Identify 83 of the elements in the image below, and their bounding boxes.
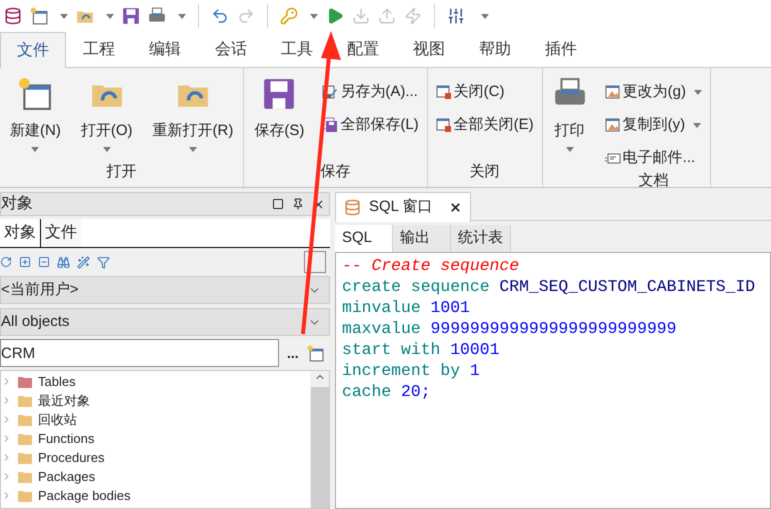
group-title: 打开 bbox=[106, 162, 138, 182]
user-select[interactable]: <当前用户> bbox=[0, 276, 330, 304]
ribbon-button[interactable]: 电子邮件... bbox=[604, 146, 696, 170]
editor-tab[interactable]: 输出 bbox=[393, 225, 451, 252]
caret-icon bbox=[106, 14, 114, 18]
menu-tab[interactable]: 工程 bbox=[79, 32, 119, 67]
menu-tab[interactable]: 会话 bbox=[211, 32, 251, 67]
new-window-icon bbox=[18, 77, 52, 111]
tree-item[interactable]: Procedures bbox=[38, 448, 104, 468]
ribbon-button[interactable]: 新建(N) bbox=[0, 72, 71, 160]
code-editor[interactable]: -- Create sequence create sequence CRM_SEQ_CUSTOM_CABINETS_ID minvalue 1001 maxvalue 9999999999999999999999999 start with 10001 increment by 1 cache 20; bbox=[335, 252, 771, 509]
sliders-icon[interactable] bbox=[447, 7, 465, 25]
menu-tab[interactable]: 配置 bbox=[343, 32, 383, 67]
code-line: cache 20; bbox=[342, 381, 431, 402]
filter-icon[interactable] bbox=[97, 256, 110, 268]
group-title: 关闭 bbox=[468, 162, 501, 182]
close-icon[interactable] bbox=[448, 201, 462, 214]
play-icon[interactable] bbox=[326, 7, 344, 25]
tree-item[interactable]: 最近对象 bbox=[38, 390, 90, 410]
document-tab[interactable]: SQL 窗口 bbox=[335, 192, 471, 222]
caret-icon bbox=[178, 14, 186, 18]
database-icon bbox=[344, 199, 361, 216]
maximize-icon[interactable] bbox=[272, 198, 284, 210]
floppies-icon bbox=[322, 117, 338, 133]
caret-icon bbox=[310, 14, 318, 18]
database-icon[interactable] bbox=[4, 7, 22, 25]
ribbon-button[interactable]: 关闭(C) bbox=[436, 80, 504, 104]
new-window-icon bbox=[306, 344, 324, 362]
wand-icon[interactable] bbox=[77, 256, 90, 268]
tree-item[interactable]: Tables bbox=[38, 372, 76, 392]
code-line: start with 10001 bbox=[342, 339, 500, 360]
menu-tab[interactable]: 工具 bbox=[277, 32, 317, 67]
new-window-icon bbox=[30, 7, 48, 25]
code-line: -- Create sequence bbox=[342, 255, 520, 276]
panel-title: 对象 bbox=[1, 194, 33, 214]
binoculars-icon[interactable] bbox=[57, 256, 70, 268]
picture-document-icon bbox=[604, 117, 621, 133]
ribbon-button[interactable]: 打印 bbox=[542, 72, 597, 165]
menu-tab[interactable]: 帮助 bbox=[475, 32, 515, 67]
filter-field[interactable]: CRM bbox=[0, 339, 279, 367]
tree-item[interactable]: 回收站 bbox=[38, 410, 77, 430]
floppy-pen-icon bbox=[322, 84, 338, 100]
pin-icon[interactable] bbox=[292, 198, 304, 210]
picture-document-icon bbox=[604, 84, 621, 100]
ribbon-button[interactable]: 更改为(g) bbox=[604, 80, 686, 104]
code-line: maxvalue 9999999999999999999999999 bbox=[342, 318, 676, 339]
floppy-icon bbox=[262, 77, 296, 111]
undo-icon[interactable] bbox=[211, 7, 229, 25]
group-title: 保存 bbox=[320, 162, 352, 182]
caret-icon bbox=[481, 14, 489, 18]
code-line: increment by 1 bbox=[342, 360, 480, 381]
refresh-icon[interactable] bbox=[0, 256, 12, 268]
collapse-icon[interactable] bbox=[38, 256, 50, 268]
floppy-icon bbox=[122, 7, 140, 25]
tree-item[interactable]: Functions bbox=[38, 428, 94, 448]
close-window-icon bbox=[436, 117, 452, 133]
editor-tab[interactable]: SQL bbox=[335, 225, 393, 252]
code-line: create sequence CRM_SEQ_CUSTOM_CABINETS_ID bbox=[342, 276, 756, 297]
ribbon-button[interactable]: 另存为(A)... bbox=[322, 80, 418, 104]
code-line: minvalue 1001 bbox=[342, 297, 470, 318]
group-title: 文档 bbox=[637, 171, 670, 191]
menu-tab[interactable]: 编辑 bbox=[145, 32, 185, 67]
menu-tab[interactable]: 插件 bbox=[541, 32, 581, 67]
ribbon-button[interactable]: 重新打开(R) bbox=[142, 72, 244, 160]
editor-tab[interactable]: 统计表 bbox=[451, 225, 511, 252]
expand-icon[interactable] bbox=[19, 256, 31, 268]
caret-icon bbox=[60, 14, 68, 18]
key-icon[interactable] bbox=[280, 7, 298, 25]
ribbon-button[interactable]: 打开(O) bbox=[70, 72, 142, 160]
ribbon-button[interactable]: 全部保存(L) bbox=[322, 113, 419, 137]
menu-tab[interactable]: 视图 bbox=[409, 32, 449, 67]
tree-item[interactable]: Packages bbox=[38, 466, 96, 486]
type-select[interactable]: All objects bbox=[0, 308, 330, 336]
panel-tab[interactable]: 文件 bbox=[41, 219, 81, 247]
ribbon-button[interactable]: 全部关闭(E) bbox=[436, 113, 534, 137]
ribbon-button[interactable]: 复制到(y) bbox=[604, 113, 686, 137]
tree-item[interactable]: Package bodies bbox=[38, 486, 131, 506]
menu-tab[interactable]: 文件 bbox=[0, 32, 66, 68]
close-window-icon bbox=[436, 84, 452, 100]
scrollbar[interactable] bbox=[310, 371, 329, 508]
ribbon-button[interactable]: 保存(S) bbox=[244, 72, 314, 160]
browse-button[interactable]: ... bbox=[287, 342, 299, 364]
document-tab-title: SQL 窗口 bbox=[369, 197, 433, 218]
